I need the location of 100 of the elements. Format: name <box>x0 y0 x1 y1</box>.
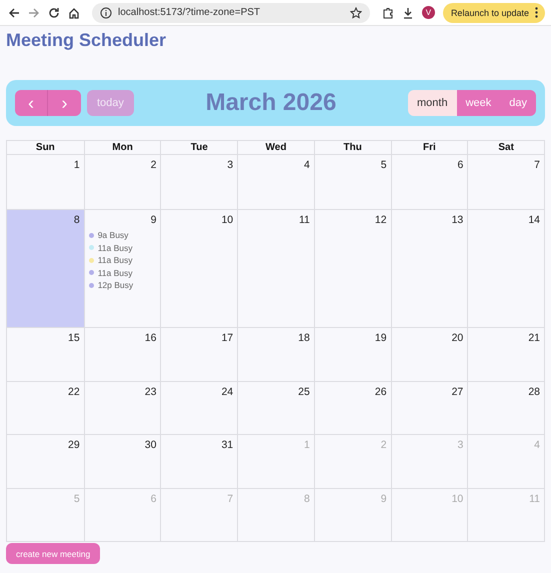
today-cell[interactable]: 8 <box>7 210 84 327</box>
day-number: 2 <box>150 159 156 171</box>
day-cell[interactable]: 11 <box>237 210 314 327</box>
day-cell[interactable]: 30 <box>84 435 160 488</box>
day-cell[interactable]: 12 <box>314 210 391 327</box>
day-number: 20 <box>452 332 464 344</box>
weekday-header: Wed <box>237 141 314 154</box>
day-cell[interactable]: 26 <box>314 382 391 434</box>
day-number: 6 <box>457 159 464 171</box>
event-label[interactable]: 12p Busy <box>98 280 134 290</box>
forward-icon[interactable] <box>28 6 40 18</box>
day-cell[interactable]: 20 <box>390 328 468 381</box>
day-number: 26 <box>374 386 387 398</box>
day-cell[interactable]: 5 <box>314 155 391 209</box>
weekday-header: Thu <box>314 141 391 154</box>
event-label[interactable]: 11a Busy <box>98 268 133 278</box>
day-cell[interactable]: 15 <box>7 328 84 381</box>
day-cell[interactable]: 16 <box>84 328 160 381</box>
day-number: 9 <box>150 214 156 226</box>
more-icon <box>535 7 538 18</box>
month-title: March 2026 <box>206 89 336 117</box>
weekday-header: Mon <box>84 141 160 154</box>
day-cell[interactable]: 10 <box>160 210 238 327</box>
event-label[interactable]: 11a Busy <box>98 255 133 266</box>
weekday-header: Fri <box>390 141 468 154</box>
day-cell[interactable]: 1 <box>7 155 84 209</box>
day-number: 7 <box>227 493 234 505</box>
info-icon[interactable] <box>100 6 112 18</box>
day-cell[interactable]: 7 <box>467 155 544 209</box>
day-number: 18 <box>298 332 310 344</box>
puzzle-icon[interactable] <box>382 6 394 18</box>
day-number: 22 <box>68 386 80 398</box>
day-number: 6 <box>150 493 156 505</box>
back-icon[interactable] <box>8 6 20 18</box>
weekday-header: Sun <box>34 141 56 154</box>
day-number: 11 <box>298 214 310 226</box>
relaunch-button[interactable]: Relaunch to update <box>442 2 545 22</box>
day-cell[interactable]: 14 <box>467 210 544 327</box>
day-number: 15 <box>68 332 80 344</box>
day-number: 27 <box>452 386 464 398</box>
day-number: 23 <box>144 386 156 398</box>
home-icon[interactable] <box>68 6 80 18</box>
day-number: 3 <box>457 439 464 451</box>
day-number: 31 <box>221 439 234 451</box>
day-number: 7 <box>534 159 540 171</box>
day-number: 16 <box>144 332 156 344</box>
day-number: 24 <box>221 386 234 398</box>
day-cell[interactable]: 17 <box>160 328 238 381</box>
day-number: 21 <box>528 332 540 344</box>
day-cell[interactable]: 21 <box>467 328 544 381</box>
day-cell[interactable]: 29 <box>7 435 84 488</box>
day-cell[interactable]: 22 <box>7 382 84 434</box>
day-number: 4 <box>304 159 310 171</box>
event-label[interactable]: 9a Busy <box>98 230 128 240</box>
profile-avatar[interactable]: V <box>422 6 435 19</box>
day-number: 8 <box>74 214 80 226</box>
day-cell[interactable]: 25 <box>237 382 314 434</box>
day-number: 25 <box>298 386 310 398</box>
day-cell[interactable]: 9 9a Busy 11a Busy 11a Busy 11a Busy 12p Busy <box>84 210 160 327</box>
day-number: 11 <box>529 493 540 505</box>
day-cell[interactable]: 24 <box>160 382 238 434</box>
day-number: 5 <box>380 159 387 171</box>
view-tab[interactable]: month <box>408 90 457 116</box>
day-number: 10 <box>452 493 464 505</box>
day-number: 8 <box>304 493 310 505</box>
day-cell[interactable]: 4 <box>237 155 314 209</box>
download-icon[interactable] <box>402 6 414 18</box>
day-cell[interactable]: 6 <box>390 155 468 209</box>
star-icon[interactable] <box>350 6 362 18</box>
day-number: 10 <box>221 214 234 226</box>
day-cell[interactable]: 27 <box>390 382 468 434</box>
day-number: 9 <box>380 493 387 505</box>
weekday-header: Tue <box>160 141 238 154</box>
reload-icon[interactable] <box>48 6 60 18</box>
day-cell[interactable]: 2 <box>84 155 160 209</box>
day-number: 14 <box>528 214 540 226</box>
day-cell[interactable]: 13 <box>390 210 468 327</box>
day-number: 29 <box>68 439 80 451</box>
day-cell[interactable]: 28 <box>467 382 544 434</box>
address-bar[interactable]: localhost:5173/?time-zone=PST <box>92 2 370 22</box>
event-label[interactable]: 11a Busy <box>98 242 133 253</box>
day-number: 30 <box>144 439 156 451</box>
day-number: 5 <box>74 493 80 505</box>
url-text: localhost:5173/?time-zone=PST <box>118 7 262 18</box>
day-number: 17 <box>221 332 234 344</box>
day-cell[interactable]: 23 <box>84 382 160 434</box>
day-number: 1 <box>74 159 80 171</box>
day-cell[interactable]: 18 <box>237 328 314 381</box>
day-cell[interactable]: 31 <box>160 435 238 488</box>
weekday-header: Sat <box>467 141 544 154</box>
day-number: 19 <box>374 332 387 344</box>
day-number: 12 <box>374 214 387 226</box>
day-cell[interactable]: 3 <box>160 155 238 209</box>
day-cell[interactable]: 19 <box>314 328 391 381</box>
day-number: 2 <box>380 439 387 451</box>
page-title: Meeting Scheduler <box>6 30 168 52</box>
day-number: 1 <box>304 439 310 451</box>
day-number: 13 <box>452 214 464 226</box>
day-number: 28 <box>528 386 540 398</box>
day-number: 4 <box>534 439 540 451</box>
